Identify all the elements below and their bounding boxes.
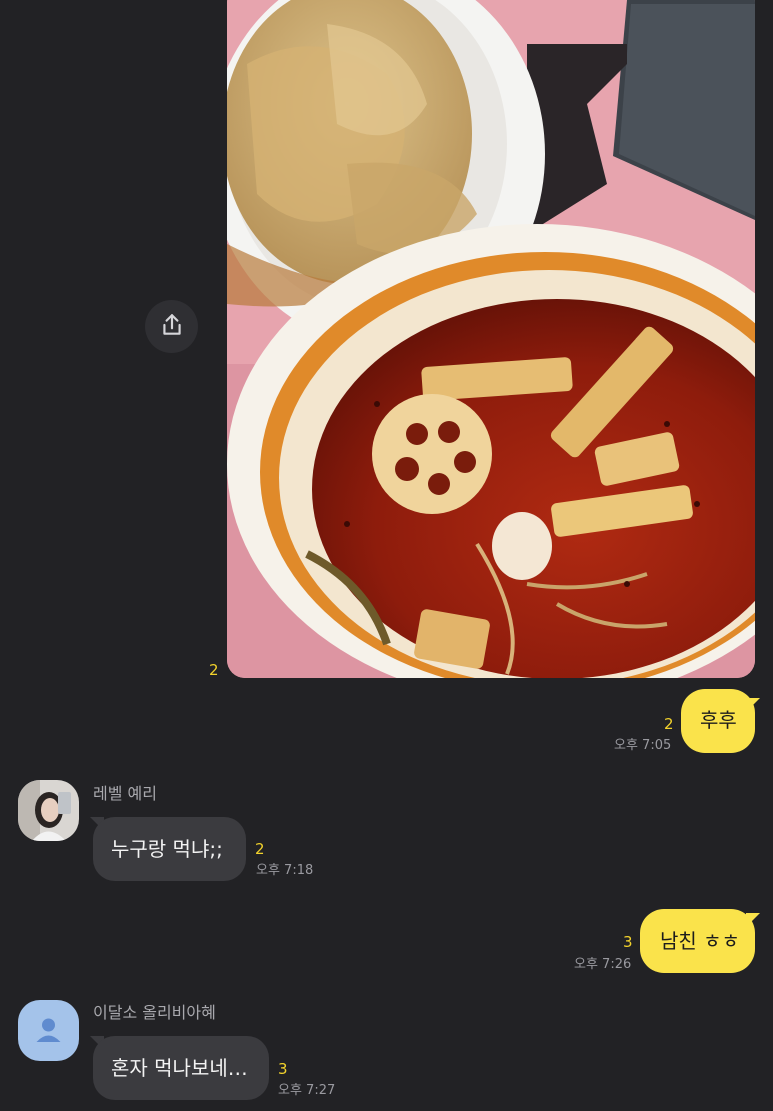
chat-room: 2 2 오후 7:05 후후 레벨 예리 누구랑 먹냐;; 2 오후 7:18 …	[0, 0, 773, 1111]
sender-name: 레벨 예리	[93, 784, 157, 803]
message-text: 혼자 먹나보네…	[111, 1056, 248, 1080]
received-message-bubble[interactable]: 혼자 먹나보네…	[93, 1036, 269, 1100]
message-time: 오후 7:18	[256, 863, 314, 878]
bubble-tail	[746, 913, 760, 927]
message-unread-count: 3	[278, 1060, 288, 1078]
shared-food-photo[interactable]	[227, 0, 755, 678]
person-icon	[18, 1018, 79, 1061]
message-time: 오후 7:26	[574, 957, 632, 972]
profile-photo	[18, 780, 79, 841]
avatar[interactable]	[18, 780, 79, 841]
message-unread-count: 2	[664, 715, 674, 733]
food-photo-illustration	[227, 0, 755, 678]
message-unread-count: 3	[623, 933, 633, 951]
default-avatar[interactable]	[18, 1000, 79, 1061]
message-time: 오후 7:05	[614, 738, 672, 753]
received-message-bubble[interactable]: 누구랑 먹냐;;	[93, 817, 246, 881]
photo-unread-count: 2	[209, 661, 219, 679]
my-message-bubble[interactable]: 후후	[681, 689, 755, 753]
bubble-tail	[746, 698, 760, 712]
sender-name: 이달소 올리비아혜	[93, 1003, 216, 1022]
share-icon	[159, 312, 185, 342]
message-text: 남친 ㅎㅎ	[660, 929, 740, 953]
message-text: 누구랑 먹냐;;	[111, 837, 223, 861]
share-button[interactable]	[145, 300, 198, 353]
message-text: 후후	[700, 708, 737, 732]
message-time: 오후 7:27	[278, 1083, 336, 1098]
my-message-bubble[interactable]: 남친 ㅎㅎ	[640, 909, 755, 973]
message-unread-count: 2	[255, 840, 265, 858]
